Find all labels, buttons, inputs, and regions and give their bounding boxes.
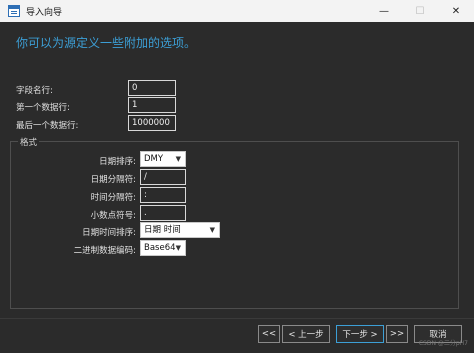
first-data-row-label: 第一个数据行: xyxy=(16,103,70,113)
binary-encoding-select[interactable]: Base64 ▼ xyxy=(140,240,186,256)
date-separator-input[interactable]: / xyxy=(140,169,186,185)
first-step-button[interactable]: << xyxy=(258,325,280,343)
binary-encoding-label: 二进制数据编码: xyxy=(73,246,136,256)
date-order-value: DMY xyxy=(144,154,164,164)
date-separator-label: 日期分隔符: xyxy=(90,175,136,185)
time-separator-input[interactable]: : xyxy=(140,187,186,203)
chevron-down-icon: ▼ xyxy=(175,155,181,163)
title-bar: 导入向导 — ☐ ✕ xyxy=(0,0,474,22)
decimal-symbol-label: 小数点符号: xyxy=(90,211,136,221)
datetime-order-value: 日期 时间 xyxy=(144,225,181,235)
datetime-order-label: 日期时间排序: xyxy=(82,228,136,238)
date-order-label: 日期排序: xyxy=(99,157,136,167)
maximize-button[interactable]: ☐ xyxy=(402,0,438,22)
first-data-row-input[interactable]: 1 xyxy=(128,97,176,113)
format-group-title: 格式 xyxy=(18,136,40,148)
last-step-button[interactable]: >> xyxy=(386,325,408,343)
back-button[interactable]: < 上一步 xyxy=(282,325,330,343)
import-wizard-icon xyxy=(8,5,20,17)
chevron-down-icon: ▼ xyxy=(209,226,215,234)
page-heading: 你可以为源定义一些附加的选项。 xyxy=(16,36,197,50)
binary-encoding-value: Base64 xyxy=(144,243,176,253)
window-controls: — ☐ ✕ xyxy=(366,0,474,22)
field-name-row-input[interactable]: 0 xyxy=(128,80,176,96)
date-order-select[interactable]: DMY ▼ xyxy=(140,151,186,167)
last-data-row-input[interactable]: 1000000 xyxy=(128,115,176,131)
minimize-button[interactable]: — xyxy=(366,0,402,22)
watermark: CSDN @二分pH7 xyxy=(418,340,468,347)
decimal-symbol-input[interactable]: . xyxy=(140,205,186,221)
field-name-row-label: 字段名行: xyxy=(16,86,53,96)
time-separator-label: 时间分隔符: xyxy=(90,193,136,203)
last-data-row-label: 最后一个数据行: xyxy=(16,121,79,131)
next-button[interactable]: 下一步 > xyxy=(336,325,384,343)
datetime-order-select[interactable]: 日期 时间 ▼ xyxy=(140,222,220,238)
chevron-down-icon: ▼ xyxy=(175,244,181,252)
window-title: 导入向导 xyxy=(26,7,63,18)
close-button[interactable]: ✕ xyxy=(438,0,474,22)
